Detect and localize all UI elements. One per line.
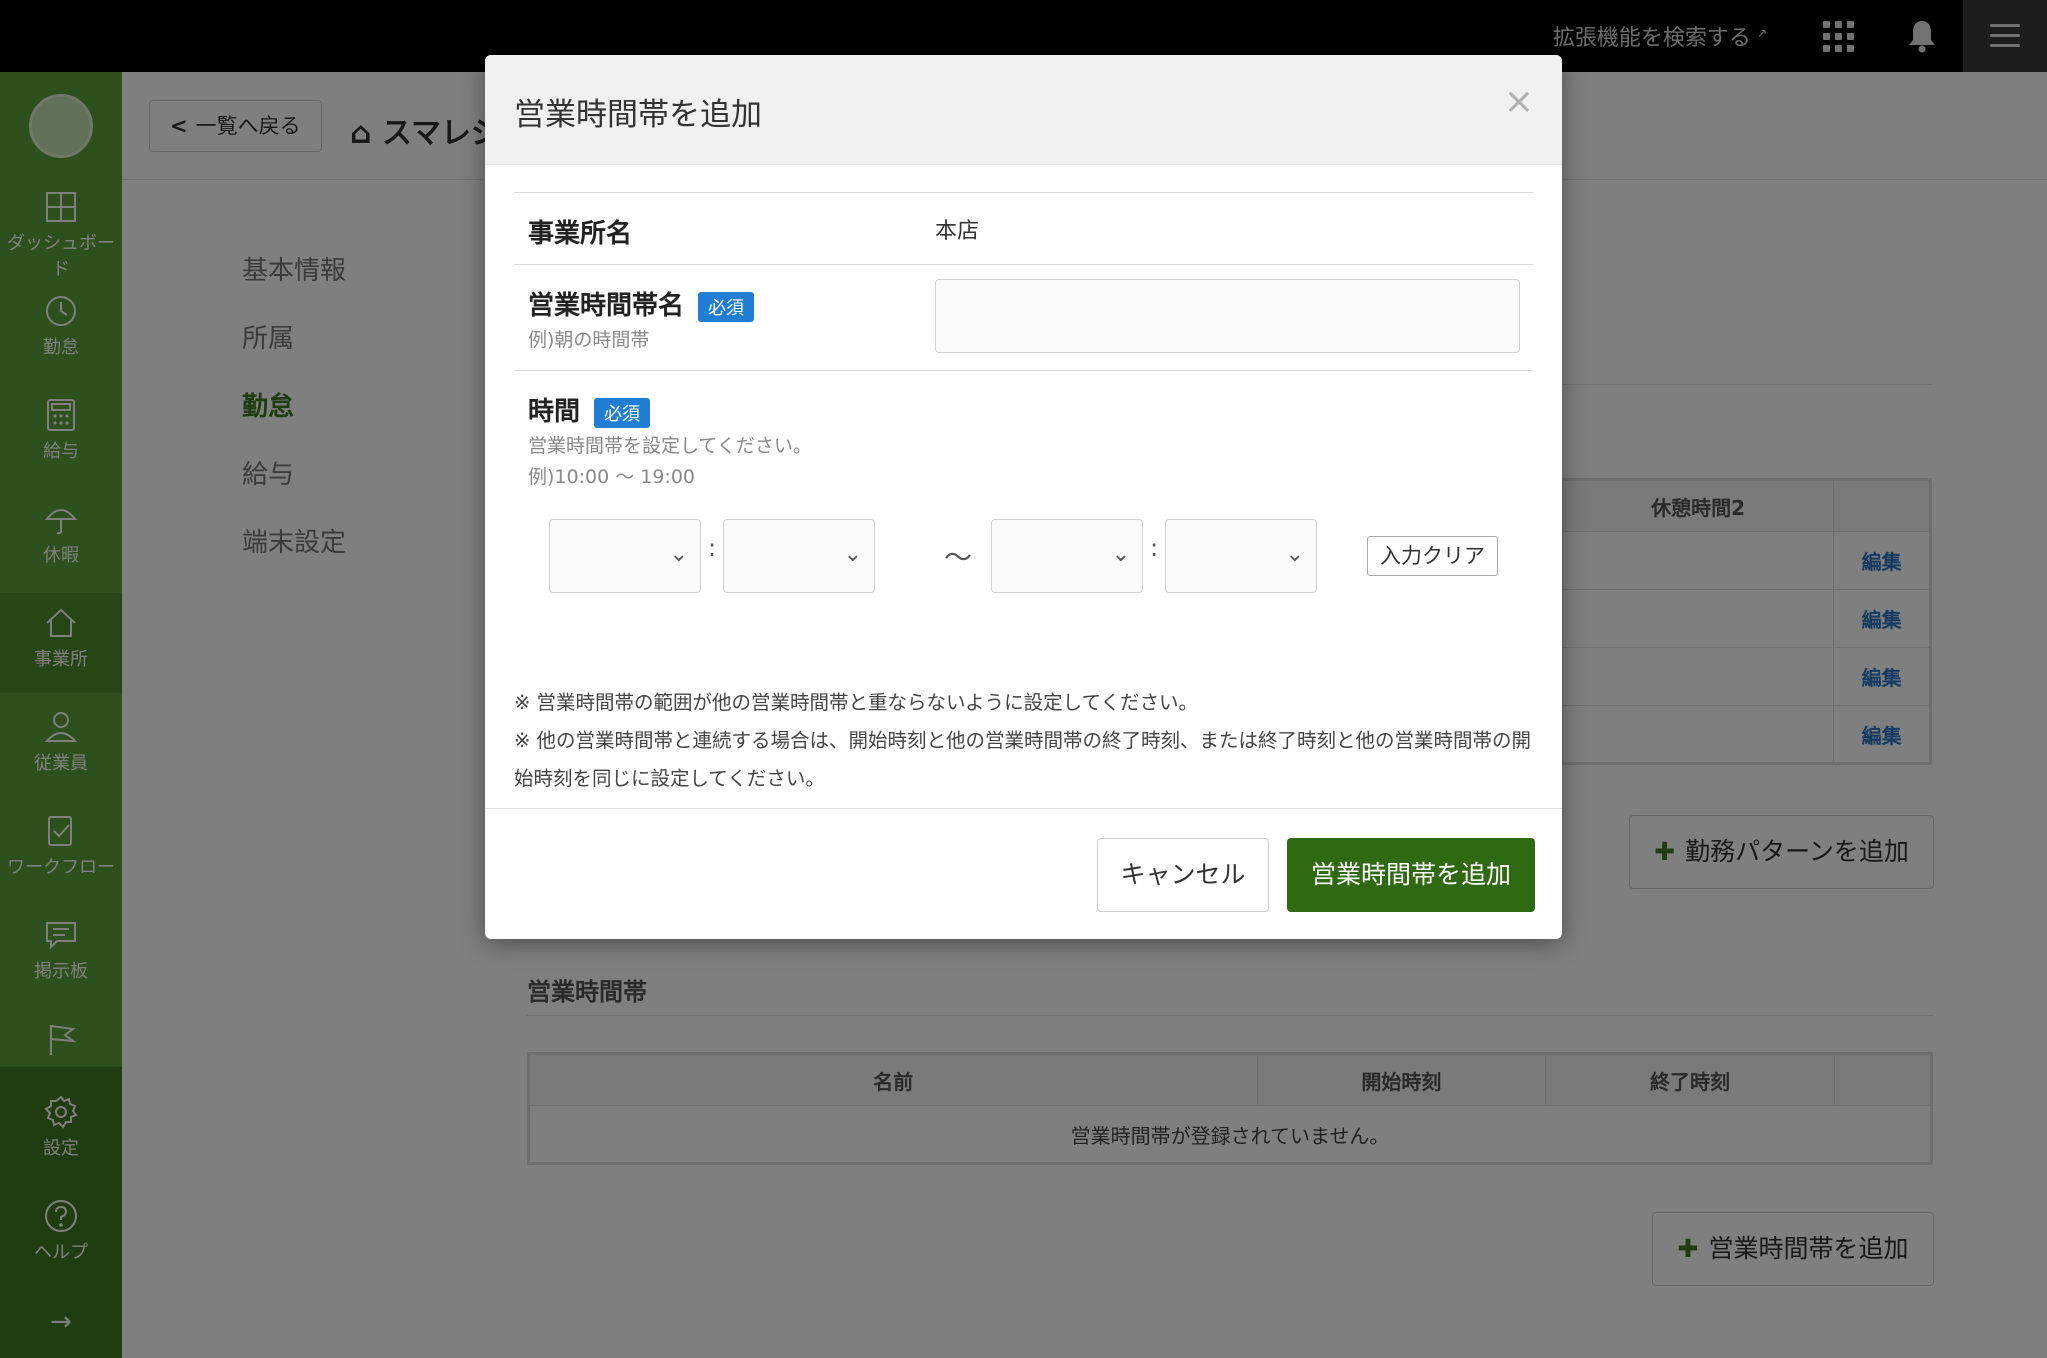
continuity-note: ※ 他の営業時間帯と連続する場合は、開始時刻と他の営業時間帯の終了時刻、または終… [514,729,1532,790]
office-label: 事業所名 [528,219,633,249]
clear-input-button[interactable]: 入力クリア [1367,536,1498,576]
add-business-hours-modal: 営業時間帯を追加 × 事業所名 本店 営業時間帯名 必須 例)朝の時間帯 時間 必須… [485,55,1562,939]
modal-header: 営業時間帯を追加 × [485,55,1562,165]
required-badge: 必須 [594,397,651,428]
time-row: 時間 必須 営業時間帯を設定してください。 例)10:00 ～ 19:00 ⌄ :… [514,370,1533,660]
time-example: 例)10:00 ～ 19:00 [528,466,696,488]
time-colon: : [708,534,717,562]
business-hours-name-input[interactable] [935,279,1520,353]
modal-footer-divider [485,808,1562,809]
name-row: 営業時間帯名 必須 例)朝の時間帯 [514,264,1533,370]
time-label-group: 時間 必須 [528,391,651,428]
end-minute-select[interactable]: ⌄ [1165,519,1317,593]
required-badge: 必須 [698,291,755,322]
time-colon: : [1150,534,1159,562]
chevron-down-icon: ⌄ [669,542,688,567]
end-hour-select[interactable]: ⌄ [991,519,1143,593]
office-row: 事業所名 本店 [514,192,1533,264]
name-label: 営業時間帯名 [528,291,685,321]
close-icon[interactable]: × [1504,81,1534,122]
overlap-note: ※ 営業時間帯の範囲が他の営業時間帯と重ならないように設定してください。 [514,691,1198,714]
name-hint: 例)朝の時間帯 [528,329,650,351]
time-label: 時間 [528,397,581,427]
office-value: 本店 [935,219,980,244]
cancel-button[interactable]: キャンセル [1097,838,1269,912]
start-minute-select[interactable]: ⌄ [723,519,875,593]
chevron-down-icon: ⌄ [1285,542,1304,567]
time-hint: 営業時間帯を設定してください。 [528,435,812,457]
chevron-down-icon: ⌄ [1111,542,1130,567]
time-range-tilde: ～ [944,541,973,574]
modal-title: 営業時間帯を追加 [514,97,762,133]
chevron-down-icon: ⌄ [843,542,862,567]
add-business-hours-submit-button[interactable]: 営業時間帯を追加 [1287,838,1535,912]
name-label-group: 営業時間帯名 必須 [528,285,755,322]
start-hour-select[interactable]: ⌄ [549,519,701,593]
